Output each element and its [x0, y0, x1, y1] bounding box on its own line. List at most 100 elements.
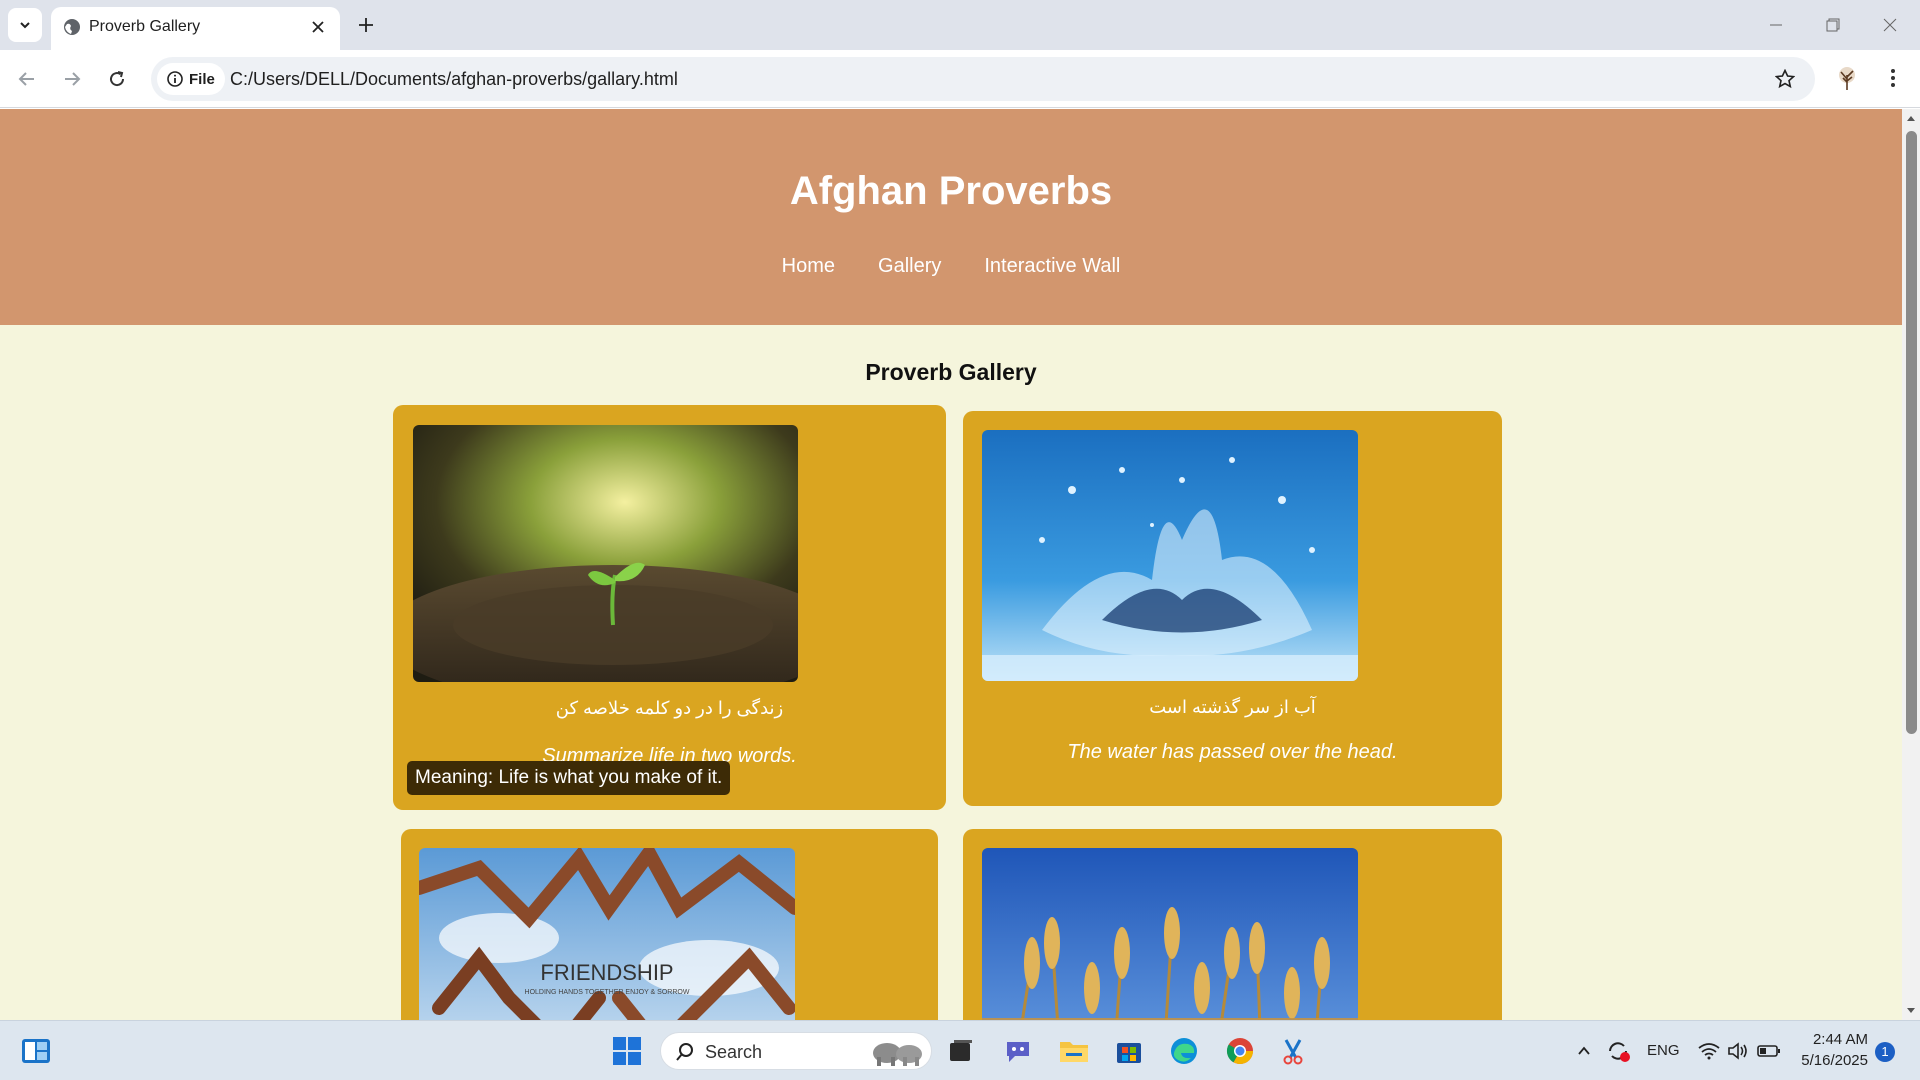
folder-icon — [1060, 1042, 1088, 1062]
store-button[interactable] — [1111, 1033, 1147, 1069]
close-icon — [1883, 18, 1897, 32]
proverb-image-wheat — [982, 848, 1358, 1020]
back-button[interactable] — [10, 62, 44, 96]
page-viewport: Afghan Proverbs Home Gallery Interactive… — [0, 109, 1902, 1020]
volume-button[interactable] — [1725, 1033, 1751, 1069]
notification-badge[interactable]: 1 — [1875, 1042, 1895, 1062]
edge-icon — [1171, 1038, 1197, 1064]
scroll-up-icon[interactable] — [1906, 114, 1916, 124]
browser-menu-button[interactable] — [1878, 63, 1908, 93]
taskbar-search[interactable]: Search — [660, 1032, 932, 1070]
site-info-chip[interactable]: File — [157, 63, 225, 95]
browser-tab-bar: Proverb Gallery — [0, 0, 1920, 50]
window-close-button[interactable] — [1870, 10, 1910, 40]
minimize-button[interactable] — [1756, 10, 1796, 40]
sync-status-button[interactable] — [1603, 1033, 1633, 1069]
proverb-image-sprout — [413, 425, 798, 682]
address-bar[interactable]: File C:/Users/DELL/Documents/afghan-prov… — [151, 57, 1815, 101]
taskbar: Search ENG 2:44 AM 5/16/2025 1 — [0, 1020, 1920, 1080]
friendship-image: FRIENDSHIP HOLDING HANDS TOGETHER ENJOY … — [419, 848, 795, 1020]
arrow-left-icon — [18, 72, 34, 86]
taskbar-search-label: Search — [705, 1042, 763, 1062]
wifi-icon — [1698, 1043, 1720, 1060]
chat-icon — [1007, 1042, 1029, 1062]
site-chip-label: File — [189, 70, 215, 88]
restore-icon — [1826, 18, 1840, 32]
show-hidden-icons-button[interactable] — [1572, 1033, 1596, 1069]
nav-link-gallery[interactable]: Gallery — [878, 255, 941, 278]
tab-title: Proverb Gallery — [89, 18, 201, 35]
chevron-down-icon — [20, 22, 30, 29]
wheat-image — [982, 848, 1358, 1020]
chrome-icon — [1226, 1038, 1254, 1065]
task-view-button[interactable] — [943, 1033, 979, 1069]
chrome-button[interactable] — [1222, 1033, 1258, 1069]
page-scrollbar[interactable] — [1902, 109, 1920, 1020]
scroll-down-icon[interactable] — [1906, 1005, 1916, 1015]
chevron-up-icon — [1578, 1046, 1590, 1055]
proverb-card[interactable]: زندگی را در دو کلمه خلاصه کن Summarize l… — [393, 405, 946, 810]
minimize-icon — [1770, 24, 1782, 26]
battery-button[interactable] — [1756, 1033, 1782, 1069]
proverb-card[interactable]: FRIENDSHIP HOLDING HANDS TOGETHER ENJOY … — [401, 829, 938, 1020]
reload-icon — [110, 71, 125, 87]
browser-toolbar: File C:/Users/DELL/Documents/afghan-prov… — [0, 50, 1920, 108]
wifi-button[interactable] — [1696, 1033, 1722, 1069]
sync-icon — [1609, 1042, 1630, 1062]
language-indicator[interactable]: ENG — [1647, 1042, 1680, 1059]
nav-link-interactive-wall[interactable]: Interactive Wall — [984, 255, 1120, 278]
teams-button[interactable] — [1000, 1033, 1036, 1069]
scroll-thumb[interactable] — [1906, 131, 1917, 734]
friendship-image-subtitle: HOLDING HANDS TOGETHER ENJOY & SORROW — [525, 989, 690, 996]
restore-button[interactable] — [1813, 10, 1853, 40]
tree-icon — [1839, 67, 1855, 90]
clock-time[interactable]: 2:44 AM — [1808, 1031, 1868, 1048]
volume-icon — [1728, 1042, 1747, 1060]
info-icon — [167, 71, 183, 87]
battery-icon — [1757, 1045, 1780, 1057]
proverb-card[interactable]: آب از سر گذشته است The water has passed … — [963, 411, 1502, 806]
windows-logo-icon — [613, 1037, 641, 1065]
water-splash-image — [982, 430, 1358, 681]
proverb-persian: آب از سر گذشته است — [1149, 697, 1316, 717]
widgets-icon — [22, 1039, 50, 1063]
scissors-icon — [1283, 1039, 1303, 1065]
start-button[interactable] — [609, 1033, 645, 1069]
meaning-tooltip: Meaning: Life is what you make of it. — [407, 761, 731, 795]
proverb-card[interactable] — [963, 829, 1502, 1020]
bookmark-button[interactable] — [1773, 67, 1797, 91]
widgets-button[interactable] — [18, 1033, 54, 1069]
tab-close-button[interactable] — [306, 15, 330, 39]
friendship-image-title: FRIENDSHIP — [540, 960, 673, 985]
file-explorer-button[interactable] — [1056, 1033, 1092, 1069]
proverb-image-water — [982, 430, 1358, 681]
elephants-icon — [873, 1043, 922, 1066]
globe-icon — [64, 19, 80, 35]
profile-avatar[interactable] — [1832, 63, 1862, 93]
arrow-right-icon — [65, 72, 81, 86]
reload-button[interactable] — [100, 62, 134, 96]
new-tab-button[interactable] — [352, 11, 380, 39]
store-icon — [1117, 1043, 1141, 1063]
star-icon — [1775, 69, 1795, 89]
search-icon — [676, 1043, 693, 1061]
tab-search-button[interactable] — [8, 8, 42, 42]
edge-button[interactable] — [1166, 1033, 1202, 1069]
site-title: Afghan Proverbs — [789, 169, 1113, 213]
sprout-image — [413, 425, 798, 682]
proverb-image-friendship: FRIENDSHIP HOLDING HANDS TOGETHER ENJOY … — [419, 848, 795, 1020]
url-text[interactable]: C:/Users/DELL/Documents/afghan-proverbs/… — [230, 69, 678, 90]
close-icon — [312, 21, 324, 33]
nav-link-home[interactable]: Home — [782, 255, 835, 278]
gallery-heading: Proverb Gallery — [865, 359, 1037, 385]
task-view-icon — [950, 1040, 972, 1061]
site-nav: Home Gallery Interactive Wall — [0, 255, 1902, 278]
site-header: Afghan Proverbs Home Gallery Interactive… — [0, 109, 1902, 325]
forward-button[interactable] — [55, 62, 89, 96]
proverb-persian: زندگی را در دو کلمه خلاصه کن — [555, 698, 784, 718]
clock-date[interactable]: 5/16/2025 — [1796, 1052, 1868, 1069]
proverb-english: The water has passed over the head. — [1067, 741, 1398, 763]
snipping-tool-button[interactable] — [1275, 1033, 1311, 1069]
browser-tab[interactable]: Proverb Gallery — [51, 7, 340, 50]
more-vertical-icon — [1891, 69, 1895, 87]
